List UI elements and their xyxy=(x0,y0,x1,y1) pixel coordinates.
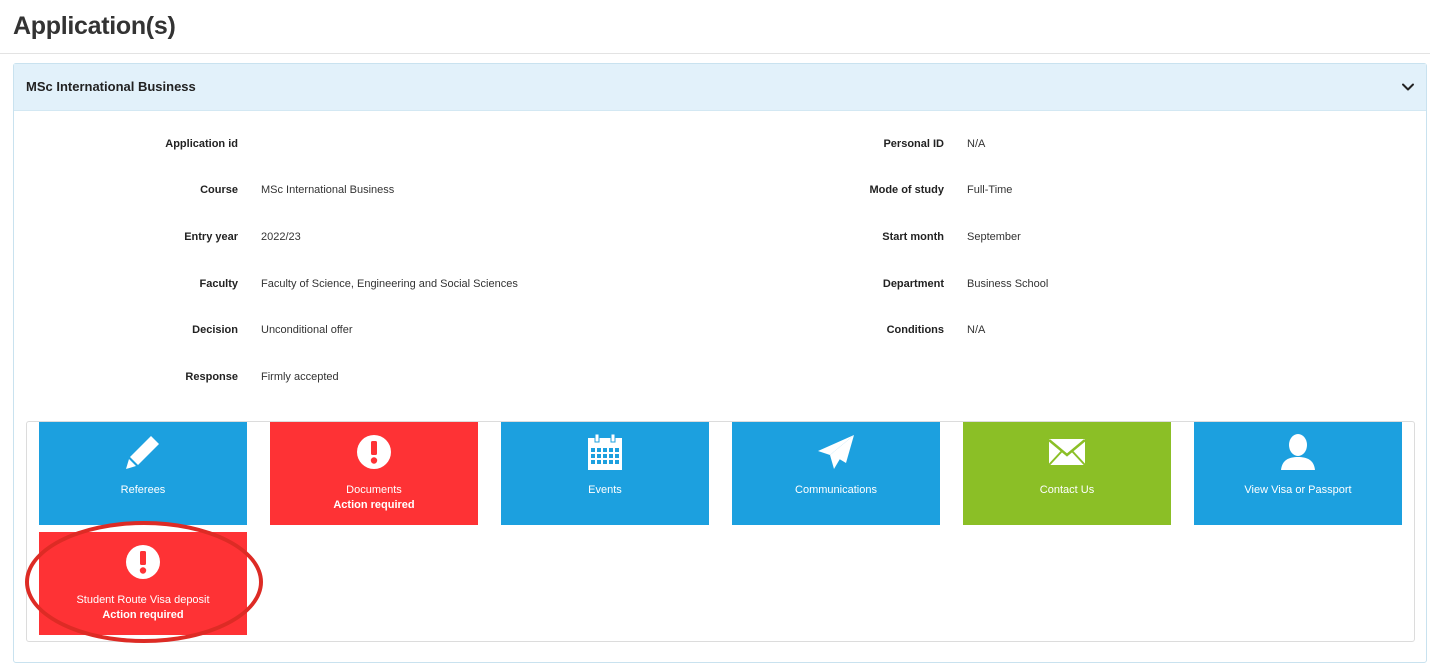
response-label: Response xyxy=(185,371,238,383)
application-panel: MSc International Business Application i… xyxy=(13,63,1427,663)
mode-of-study-label: Mode of study xyxy=(869,184,944,196)
application-id-label: Application id xyxy=(165,138,238,150)
course-label: Course xyxy=(200,184,238,196)
chevron-down-icon[interactable] xyxy=(1400,79,1416,95)
entry-year-label: Entry year xyxy=(184,231,238,243)
pencil-icon xyxy=(126,436,159,469)
tile-contact-us-label: Contact Us xyxy=(1039,484,1095,496)
tile-referees[interactable]: Referees xyxy=(39,422,247,525)
personal-id-value: N/A xyxy=(967,138,986,150)
start-month-label: Start month xyxy=(882,231,944,243)
page-header: Application(s) xyxy=(0,0,1430,54)
tile-documents[interactable]: Documents Action required xyxy=(270,422,478,525)
mode-of-study-value: Full-Time xyxy=(967,184,1013,196)
tile-student-route-visa-deposit-status: Action required xyxy=(102,609,184,621)
action-tiles-area: Referees Documents Action required Event… xyxy=(26,421,1415,642)
user-icon xyxy=(1281,434,1315,470)
tile-communications-label: Communications xyxy=(795,484,877,496)
exclamation-circle-icon xyxy=(126,545,160,579)
course-value: MSc International Business xyxy=(261,184,395,196)
department-label: Department xyxy=(882,278,944,290)
start-month-value: September xyxy=(967,231,1021,243)
tile-events-label: Events xyxy=(588,484,622,496)
faculty-value: Faculty of Science, Engineering and Soci… xyxy=(261,278,518,290)
page-title: Application(s) xyxy=(13,12,176,40)
tile-events[interactable]: Events xyxy=(501,422,709,525)
envelope-icon xyxy=(1048,439,1086,466)
decision-label: Decision xyxy=(192,324,238,336)
tile-view-visa-passport[interactable]: View Visa or Passport xyxy=(1194,422,1402,525)
tile-documents-status: Action required xyxy=(333,499,415,511)
tile-student-route-visa-deposit-label: Student Route Visa deposit xyxy=(76,594,210,606)
tile-communications[interactable]: Communications xyxy=(732,422,940,525)
tile-view-visa-passport-label: View Visa or Passport xyxy=(1244,484,1352,496)
tile-contact-us[interactable]: Contact Us xyxy=(963,422,1171,525)
conditions-label: Conditions xyxy=(886,324,944,336)
application-panel-heading[interactable]: MSc International Business xyxy=(14,64,1426,111)
faculty-label: Faculty xyxy=(199,278,238,290)
response-value: Firmly accepted xyxy=(261,371,339,383)
decision-value: Unconditional offer xyxy=(261,324,353,336)
calendar-icon xyxy=(588,433,622,470)
paper-plane-icon xyxy=(818,435,854,469)
entry-year-value: 2022/23 xyxy=(261,231,301,243)
tile-referees-label: Referees xyxy=(120,484,166,496)
exclamation-circle-icon xyxy=(357,435,391,469)
tile-documents-label: Documents xyxy=(346,484,402,496)
personal-id-label: Personal ID xyxy=(883,138,944,150)
tile-student-route-visa-deposit[interactable]: Student Route Visa deposit Action requir… xyxy=(39,532,247,635)
department-value: Business School xyxy=(967,278,1049,290)
conditions-value: N/A xyxy=(967,324,986,336)
application-heading-title: MSc International Business xyxy=(26,79,196,94)
